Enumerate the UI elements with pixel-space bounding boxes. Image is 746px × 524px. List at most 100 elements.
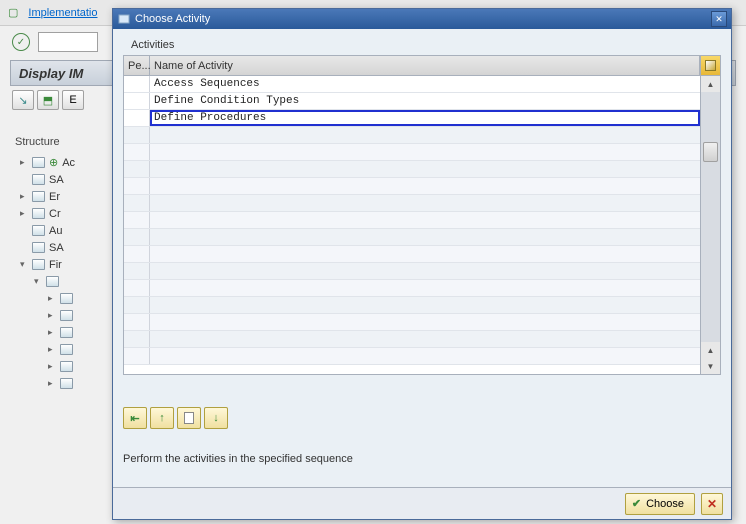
- table-row[interactable]: [124, 144, 700, 161]
- choose-button[interactable]: ✔ Choose: [625, 493, 695, 515]
- first-page-button[interactable]: ⇤: [123, 407, 147, 429]
- scroll-down-icon[interactable]: ▲: [701, 342, 720, 358]
- node-icon: [59, 309, 73, 323]
- expand-icon[interactable]: ▸: [48, 378, 55, 389]
- cell-name[interactable]: [150, 246, 700, 262]
- next-page-button[interactable]: ↓: [204, 407, 228, 429]
- tree-item[interactable]: ▸Er: [20, 188, 110, 205]
- table-row[interactable]: [124, 161, 700, 178]
- cell-name[interactable]: [150, 144, 700, 160]
- collapse-icon[interactable]: ▾: [20, 259, 27, 270]
- dialog-titlebar[interactable]: Choose Activity ✕: [113, 9, 731, 29]
- tree-item[interactable]: SA: [20, 239, 110, 256]
- tree-item-label: Fir: [49, 259, 62, 271]
- structure-tree[interactable]: ▸⊕AcSA▸Er▸CrAuSA▾Fir▾▸▸▸▸▸▸: [20, 154, 110, 392]
- cancel-button[interactable]: ✕: [701, 493, 723, 515]
- cell-name[interactable]: [150, 127, 700, 143]
- table-row[interactable]: [124, 195, 700, 212]
- table-row[interactable]: [124, 297, 700, 314]
- tree-item[interactable]: ▸: [20, 290, 110, 307]
- table-row[interactable]: Access Sequences: [124, 76, 700, 93]
- table-row[interactable]: [124, 314, 700, 331]
- cell-name[interactable]: [150, 229, 700, 245]
- choose-button-label: Choose: [646, 498, 684, 510]
- expand-icon[interactable]: ▸: [20, 208, 27, 219]
- implementation-link[interactable]: Implementatio: [28, 7, 97, 19]
- cell-name[interactable]: Define Condition Types: [150, 93, 700, 109]
- cell-name[interactable]: [150, 314, 700, 330]
- cell-name[interactable]: [150, 178, 700, 194]
- tree-item[interactable]: ▸⊕Ac: [20, 154, 110, 171]
- scroll-up-icon[interactable]: ▲: [701, 76, 720, 92]
- tree-item[interactable]: ▸: [20, 307, 110, 324]
- cell-name[interactable]: [150, 297, 700, 313]
- cell-name[interactable]: [150, 280, 700, 296]
- table-row[interactable]: [124, 263, 700, 280]
- structure-label: Structure: [15, 136, 60, 148]
- table-row[interactable]: [124, 212, 700, 229]
- node-icon: [59, 360, 73, 374]
- configure-columns-icon[interactable]: [701, 56, 720, 76]
- tree-item[interactable]: ▸: [20, 358, 110, 375]
- cell-name[interactable]: Define Procedures: [150, 110, 700, 126]
- table-row[interactable]: [124, 331, 700, 348]
- expand-icon[interactable]: ▸: [48, 310, 55, 321]
- toolbar-btn-1[interactable]: ↘: [12, 90, 34, 110]
- cell-name[interactable]: [150, 161, 700, 177]
- execute-icon[interactable]: ⊕: [49, 156, 58, 169]
- toolbar-btn-2[interactable]: ⬒: [37, 90, 59, 110]
- tree-item[interactable]: Au: [20, 222, 110, 239]
- column-header-pe[interactable]: Pe...: [124, 56, 150, 75]
- cell-name[interactable]: [150, 331, 700, 347]
- check-icon: ✔: [632, 497, 641, 510]
- close-icon[interactable]: ✕: [711, 11, 727, 27]
- tree-item[interactable]: ▾ Fir: [20, 256, 110, 273]
- toolbar-btn-3[interactable]: E: [62, 90, 84, 110]
- column-header-name[interactable]: Name of Activity: [150, 56, 700, 75]
- node-icon: [59, 377, 73, 391]
- table-row[interactable]: [124, 127, 700, 144]
- cell-name[interactable]: [150, 263, 700, 279]
- dialog-footer: ✔ Choose ✕: [113, 487, 731, 519]
- ok-icon[interactable]: ✓: [12, 33, 30, 51]
- collapse-icon[interactable]: ▾: [34, 276, 41, 287]
- tree-item[interactable]: ▸: [20, 324, 110, 341]
- cell-pe: [124, 93, 150, 109]
- tree-item[interactable]: ▾: [20, 273, 110, 290]
- table-row[interactable]: [124, 348, 700, 365]
- cell-pe: [124, 161, 150, 177]
- expand-icon[interactable]: ▸: [20, 157, 27, 168]
- dialog-icon: [117, 12, 131, 26]
- table-row[interactable]: [124, 280, 700, 297]
- table-row[interactable]: [124, 246, 700, 263]
- table-side-controls: ▲ ▲ ▼: [700, 56, 720, 374]
- cell-name[interactable]: [150, 348, 700, 364]
- scrollbar-track[interactable]: [701, 92, 720, 342]
- table-row[interactable]: Define Condition Types: [124, 93, 700, 110]
- scroll-down2-icon[interactable]: ▼: [701, 358, 720, 374]
- expand-icon[interactable]: ▸: [48, 327, 55, 338]
- cell-name[interactable]: [150, 212, 700, 228]
- tree-item[interactable]: ▸: [20, 375, 110, 392]
- expand-icon[interactable]: ▸: [48, 361, 55, 372]
- tree-item-label: Cr: [49, 208, 61, 220]
- cell-name[interactable]: [150, 195, 700, 211]
- tree-item[interactable]: ▸: [20, 341, 110, 358]
- tree-item[interactable]: ▸ Cr: [20, 205, 110, 222]
- cell-pe: [124, 314, 150, 330]
- scrollbar-thumb[interactable]: [703, 142, 718, 162]
- expand-icon[interactable]: ▸: [48, 293, 55, 304]
- table-row[interactable]: [124, 178, 700, 195]
- cell-pe: [124, 144, 150, 160]
- expand-icon[interactable]: ▸: [20, 191, 27, 202]
- table-row[interactable]: Define Procedures: [124, 110, 700, 127]
- cell-name[interactable]: Access Sequences: [150, 76, 700, 92]
- cell-pe: [124, 212, 150, 228]
- prev-page-button[interactable]: ↑: [150, 407, 174, 429]
- table-row[interactable]: [124, 229, 700, 246]
- tree-item[interactable]: SA: [20, 171, 110, 188]
- cell-pe: [124, 127, 150, 143]
- expand-icon[interactable]: ▸: [48, 344, 55, 355]
- new-doc-button[interactable]: [177, 407, 201, 429]
- command-input[interactable]: [38, 32, 98, 52]
